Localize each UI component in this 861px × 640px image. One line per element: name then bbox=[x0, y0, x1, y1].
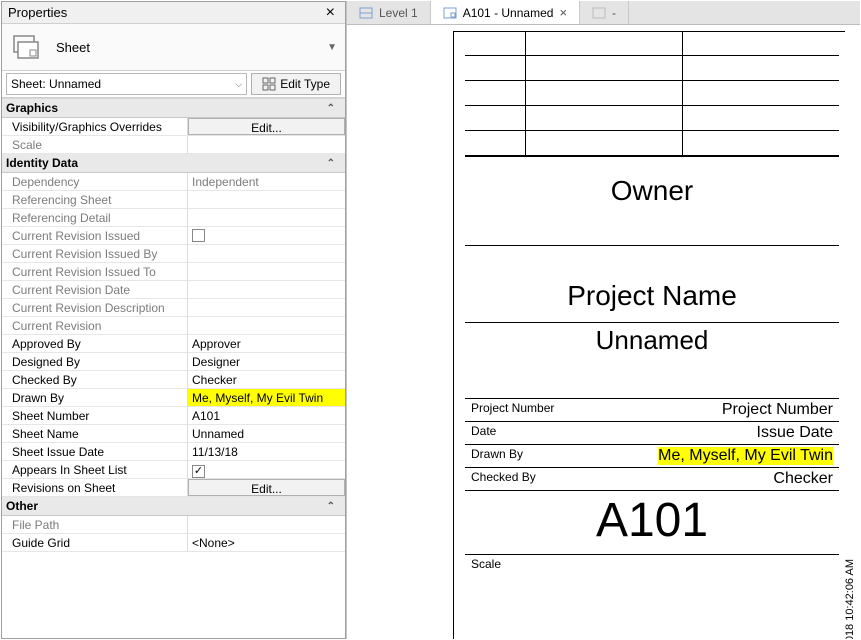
row-sheet-name[interactable]: Sheet NameUnnamed bbox=[2, 425, 345, 443]
tab-label: - bbox=[612, 6, 616, 20]
row-cur-rev-issued-to[interactable]: Current Revision Issued To bbox=[2, 263, 345, 281]
row-cur-rev-desc[interactable]: Current Revision Description bbox=[2, 299, 345, 317]
tb-sheet-name: Unnamed bbox=[465, 323, 839, 399]
tb-project: Project Name bbox=[465, 246, 839, 322]
row-cur-rev-issued-by[interactable]: Current Revision Issued By bbox=[2, 245, 345, 263]
property-grid: Graphics⌃ Visibility/Graphics OverridesE… bbox=[2, 98, 345, 638]
tb-owner: Owner bbox=[465, 157, 839, 246]
collapse-icon: ⌃ bbox=[327, 103, 341, 114]
tb-checked-by: Checked ByChecker bbox=[465, 468, 839, 491]
properties-panel: Properties × Sheet ▼ Sheet: Unnamed ⌵ Ed… bbox=[1, 1, 346, 639]
tb-date: DateIssue Date bbox=[465, 422, 839, 445]
checkbox-unchecked-icon bbox=[192, 229, 205, 242]
tb-project-number: Project NumberProject Number bbox=[465, 399, 839, 422]
edit-type-button[interactable]: Edit Type bbox=[251, 73, 341, 95]
row-dependency[interactable]: DependencyIndependent bbox=[2, 173, 345, 191]
row-scale[interactable]: Scale bbox=[2, 136, 345, 154]
close-icon[interactable]: × bbox=[322, 6, 339, 20]
group-graphics[interactable]: Graphics⌃ bbox=[2, 99, 345, 118]
row-referencing-detail[interactable]: Referencing Detail bbox=[2, 209, 345, 227]
revisions-edit-button[interactable]: Edit... bbox=[188, 479, 345, 496]
sheet-icon bbox=[443, 7, 457, 19]
row-guide-grid[interactable]: Guide Grid<None> bbox=[2, 534, 345, 552]
row-cur-rev-issued[interactable]: Current Revision Issued bbox=[2, 227, 345, 245]
tb-scale: Scale bbox=[465, 555, 839, 607]
checkbox-checked-icon[interactable]: ✓ bbox=[192, 465, 205, 478]
instance-row: Sheet: Unnamed ⌵ Edit Type bbox=[2, 71, 345, 98]
sheet-icon bbox=[10, 32, 44, 62]
view-plan-icon bbox=[359, 7, 373, 19]
type-selector[interactable]: Sheet ▼ bbox=[2, 24, 345, 71]
titleblock: Owner Project Name Unnamed Project Numbe… bbox=[465, 156, 839, 607]
group-identity[interactable]: Identity Data⌃ bbox=[2, 154, 345, 173]
row-sheet-number[interactable]: Sheet NumberA101 bbox=[2, 407, 345, 425]
row-sheet-issue-date[interactable]: Sheet Issue Date11/13/18 bbox=[2, 443, 345, 461]
row-revisions-on-sheet[interactable]: Revisions on SheetEdit... bbox=[2, 479, 345, 497]
print-date: 11/13/2018 10:42:06 AM bbox=[844, 559, 856, 639]
panel-titlebar: Properties × bbox=[2, 2, 345, 24]
revision-schedule bbox=[465, 31, 839, 156]
vg-edit-button[interactable]: Edit... bbox=[188, 118, 345, 135]
row-designed-by[interactable]: Designed ByDesigner bbox=[2, 353, 345, 371]
chevron-down-icon: ▼ bbox=[327, 42, 337, 53]
type-label: Sheet bbox=[56, 40, 315, 55]
instance-selector[interactable]: Sheet: Unnamed ⌵ bbox=[6, 73, 247, 95]
row-drawn-by[interactable]: Drawn ByMe, Myself, My Evil Twin bbox=[2, 389, 345, 407]
view-tabs: Level 1 A101 - Unnamed × - bbox=[347, 1, 860, 25]
close-icon[interactable]: × bbox=[559, 5, 567, 20]
chevron-down-icon: ⌵ bbox=[235, 79, 242, 90]
row-approved-by[interactable]: Approved ByApprover bbox=[2, 335, 345, 353]
row-file-path[interactable]: File Path bbox=[2, 516, 345, 534]
tab-label: A101 - Unnamed bbox=[463, 6, 554, 20]
collapse-icon: ⌃ bbox=[327, 158, 341, 169]
tb-drawn-by: Drawn ByMe, Myself, My Evil Twin bbox=[465, 445, 839, 468]
row-appears-in-sheet-list[interactable]: Appears In Sheet List✓ bbox=[2, 461, 345, 479]
row-cur-rev-date[interactable]: Current Revision Date bbox=[2, 281, 345, 299]
tab-level-1[interactable]: Level 1 bbox=[347, 1, 431, 24]
tab-a101[interactable]: A101 - Unnamed × bbox=[431, 1, 580, 24]
row-checked-by[interactable]: Checked ByChecker bbox=[2, 371, 345, 389]
panel-title: Properties bbox=[8, 5, 67, 20]
tab-blank[interactable]: - bbox=[580, 1, 629, 24]
row-vg-overrides[interactable]: Visibility/Graphics OverridesEdit... bbox=[2, 118, 345, 136]
sheet-icon bbox=[592, 7, 606, 19]
group-other[interactable]: Other⌃ bbox=[2, 497, 345, 516]
sheet-canvas[interactable]: Owner Project Name Unnamed Project Numbe… bbox=[347, 25, 860, 639]
row-cur-rev[interactable]: Current Revision bbox=[2, 317, 345, 335]
collapse-icon: ⌃ bbox=[327, 501, 341, 512]
row-referencing-sheet[interactable]: Referencing Sheet bbox=[2, 191, 345, 209]
view-area: Level 1 A101 - Unnamed × - bbox=[346, 1, 860, 639]
instance-label: Sheet: Unnamed bbox=[11, 77, 101, 91]
edit-type-label: Edit Type bbox=[280, 77, 330, 91]
tab-label: Level 1 bbox=[379, 6, 418, 20]
tb-sheet-number: A101 bbox=[465, 491, 839, 555]
